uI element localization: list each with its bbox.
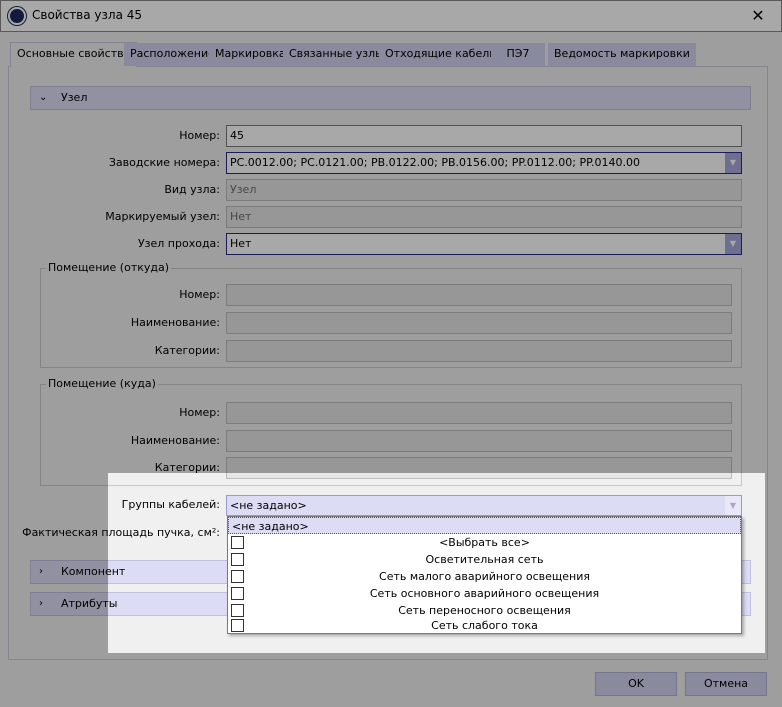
section-title: Компонент [61,565,126,578]
tab-main-properties[interactable]: Основные свойства [10,42,138,67]
checkbox[interactable] [231,604,244,617]
room-from-name-input [226,312,732,334]
room-from-name-label: Наименование: [130,316,220,329]
item-label: Осветительная сеть [425,553,544,566]
chevron-right-icon: › [39,598,43,609]
dropdown-item[interactable]: Осветительная сеть [228,551,741,568]
room-to-title: Помещение (куда) [46,377,158,390]
room-to-name-label: Наименование: [130,434,220,447]
room-to-category-input [226,457,732,479]
kind-label: Вид узла: [164,183,220,196]
chevron-down-icon: ⌄ [39,92,48,103]
chevron-down-icon[interactable]: ▼ [725,234,741,254]
pass-value: Нет [230,237,252,250]
room-to-number-label: Номер: [179,406,220,419]
room-from-category-label: Категории: [154,344,220,357]
item-label: Сеть малого аварийного освещения [379,570,590,583]
cable-groups-dropdown-list: <не задано> <Выбрать все> Осветительная … [227,516,742,634]
chevron-down-icon[interactable]: ▼ [725,153,741,173]
checkbox[interactable] [231,536,244,549]
section-title: Атрибуты [61,597,118,610]
room-to-category-label: Категории: [154,461,220,474]
number-label: Номер: [179,129,220,142]
kind-input: Узел [226,179,742,201]
checkbox[interactable] [231,570,244,583]
checkbox[interactable] [231,619,244,632]
cancel-button[interactable]: Отмена [685,672,767,696]
item-label: <Выбрать все> [439,536,530,549]
dropdown-selected-item[interactable]: <не задано> [228,517,741,534]
tab-pe7[interactable]: ПЭ7 [491,43,545,66]
room-from-number-input [226,284,732,306]
cable-groups-value: <не задано> [230,499,307,512]
chevron-right-icon: › [39,566,43,577]
factory-numbers-select[interactable]: PC.0012.00; PC.0121.00; PB.0122.00; PB.0… [226,152,742,174]
marked-input: Нет [226,206,742,228]
number-input[interactable]: 45 [226,125,742,147]
checkbox[interactable] [231,587,244,600]
room-to-number-input [226,402,732,424]
window-title: Свойства узла 45 [32,8,143,22]
room-from-number-label: Номер: [179,288,220,301]
marked-label: Маркируемый узел: [105,210,220,223]
factory-label: Заводские номера: [108,156,220,169]
item-label: Сеть основного аварийного освещения [369,587,600,600]
tab-outgoing-cables[interactable]: Отходящие кабели [379,43,503,66]
room-to-name-input [226,430,732,452]
tab-marking[interactable]: Маркировка [209,43,292,66]
pass-label: Узел прохода: [137,237,220,250]
tab-marking-sheet[interactable]: Ведомость маркировки [548,43,696,66]
room-from-category-input [226,340,732,362]
item-label: Сеть слабого тока [431,619,538,632]
dropdown-item[interactable]: Сеть основного аварийного освещения [228,585,741,602]
factory-value: PC.0012.00; PC.0121.00; PB.0122.00; PB.0… [230,156,641,169]
close-icon[interactable]: ✕ [748,6,768,26]
dropdown-item[interactable]: Сеть малого аварийного освещения [228,568,741,585]
checkbox[interactable] [231,553,244,566]
app-logo-icon [8,7,26,25]
tab-location[interactable]: Расположение [124,43,221,66]
room-from-title: Помещение (откуда) [46,261,172,274]
dropdown-item[interactable]: <Выбрать все> [228,534,741,551]
item-label: Сеть переносного освещения [398,604,571,617]
cable-groups-label: Группы кабелей: [121,498,220,511]
pass-node-select[interactable]: Нет ▼ [226,233,742,255]
section-node[interactable]: ⌄ Узел [30,86,751,110]
chevron-down-icon[interactable]: ▼ [725,496,741,515]
cable-groups-select[interactable]: <не задано> ▼ [226,495,742,516]
section-title: Узел [61,91,88,104]
tab-linked-nodes[interactable]: Связанные узлы [283,43,390,66]
bundle-area-label: Фактическая площадь пучка, см²: [22,526,220,539]
dropdown-item[interactable]: Сеть слабого тока [228,617,741,634]
ok-button[interactable]: OK [595,672,677,696]
